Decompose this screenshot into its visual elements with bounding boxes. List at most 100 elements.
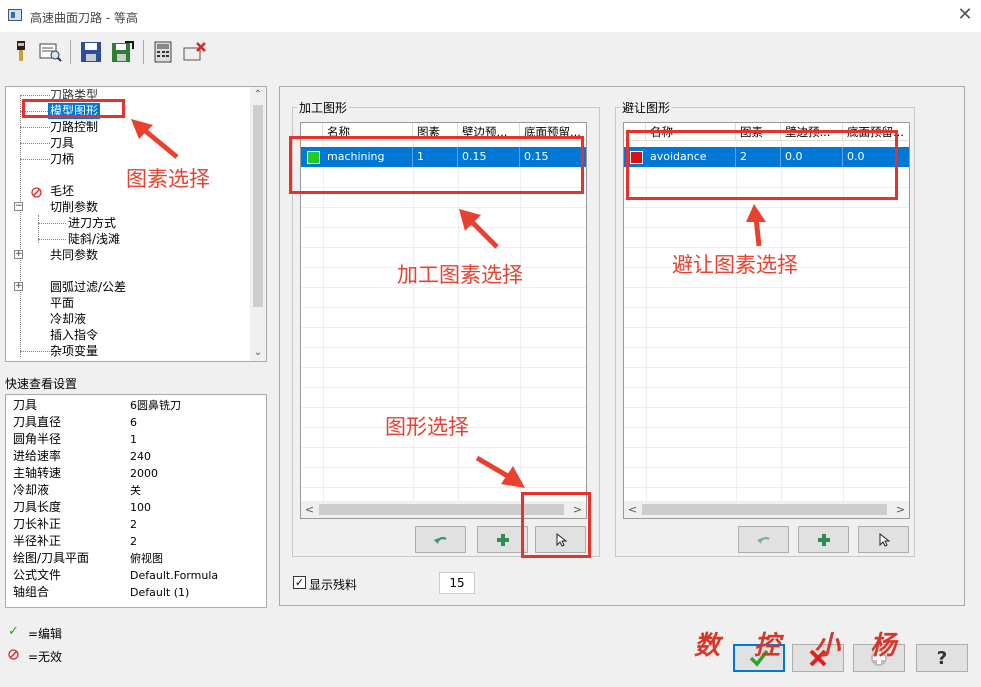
qv-row: 刀具直径 6 xyxy=(6,414,266,431)
cell-floor: 0.15 xyxy=(524,150,549,163)
tree-item-common-params[interactable]: 共同参数 xyxy=(50,247,98,263)
delete-icon[interactable] xyxy=(182,38,208,66)
qv-key: 圆角半径 xyxy=(13,432,62,446)
title-bar: 高速曲面刀路 - 等高 ✕ xyxy=(0,0,981,32)
tree-item-entry[interactable]: 进刀方式 xyxy=(68,215,116,231)
scroll-thumb[interactable] xyxy=(253,105,263,307)
scroll-down-icon[interactable]: ⌄ xyxy=(250,345,266,361)
undo-icon xyxy=(433,536,447,544)
add-button[interactable] xyxy=(477,526,528,553)
cell-floor: 0.0 xyxy=(847,150,865,163)
header-floor-stock[interactable]: 底面预留... xyxy=(843,123,909,141)
tree-item-holder[interactable]: 刀柄 xyxy=(50,151,74,167)
qv-value: 俯视图 xyxy=(130,552,163,565)
header-wall-stock[interactable]: 壁边预... xyxy=(458,123,520,141)
cell-count: 1 xyxy=(413,147,458,167)
header-floor-stock[interactable]: 底面预留... xyxy=(520,123,586,141)
header-count[interactable]: 图素 xyxy=(736,123,781,141)
tree-item-cut-params[interactable]: 切削参数 xyxy=(50,199,98,215)
close-button[interactable]: ✕ xyxy=(953,4,977,28)
save-icon[interactable] xyxy=(78,38,104,66)
undo-icon xyxy=(756,536,770,544)
select-button[interactable] xyxy=(535,526,586,553)
machining-list[interactable]: 名称 图素 壁边预... 底面预留... machining 1 0.15 0.… xyxy=(300,122,587,519)
parameter-tree[interactable]: 刀路类型 模型图形 刀路控制 刀具 刀柄 毛坯 − 切削参数 进刀方式 陡斜/浅… xyxy=(5,86,267,362)
tree-item-coolant[interactable]: 冷却液 xyxy=(50,311,86,327)
tree-item-cut-control[interactable]: 刀路控制 xyxy=(50,119,98,135)
preview-icon[interactable] xyxy=(38,38,64,66)
scroll-thumb[interactable] xyxy=(642,504,887,515)
collapse-icon[interactable]: − xyxy=(14,202,23,211)
scroll-left-icon[interactable]: < xyxy=(301,501,318,518)
tree-item-steep-shallow[interactable]: 陡斜/浅滩 xyxy=(68,231,120,247)
table-row[interactable]: machining 1 0.15 0.15 xyxy=(301,147,586,167)
header-count[interactable]: 图素 xyxy=(413,123,458,141)
qv-key: 进给速率 xyxy=(13,449,62,463)
header-wall-stock[interactable]: 壁边预... xyxy=(781,123,843,141)
qv-value: 240 xyxy=(130,450,151,463)
horizontal-scrollbar[interactable]: < > xyxy=(301,501,586,518)
undo-button[interactable] xyxy=(738,526,789,553)
qv-row: 公式文件 Default.Formula xyxy=(6,567,266,584)
qv-row: 半径补正 2 xyxy=(6,533,266,550)
qv-key: 公式文件 xyxy=(13,568,62,582)
list-header: 名称 图素 壁边预... 底面预留... xyxy=(301,123,586,141)
qv-value: Default.Formula xyxy=(130,569,219,582)
qv-value: 6 xyxy=(130,416,137,429)
scroll-right-icon[interactable]: > xyxy=(569,501,586,518)
remaining-value-input[interactable]: 15 xyxy=(439,572,475,594)
color-swatch xyxy=(307,151,320,164)
qv-row: 刀长补正 2 xyxy=(6,516,266,533)
qv-key: 刀长补正 xyxy=(13,517,62,531)
tree-item-tool[interactable]: 刀具 xyxy=(50,135,74,151)
horizontal-scrollbar[interactable]: < > xyxy=(624,501,909,518)
select-button[interactable] xyxy=(858,526,909,553)
calculator-icon[interactable] xyxy=(150,38,176,66)
save-as-icon[interactable] xyxy=(110,38,136,66)
invalid-icon xyxy=(8,649,19,663)
geometry-panel: 加工图形 名称 图素 壁边预... 底面预留... machining 1 0.… xyxy=(279,86,965,606)
expand-icon[interactable]: + xyxy=(14,250,23,259)
invalid-icon xyxy=(31,187,42,201)
qv-value: 2 xyxy=(130,518,137,531)
signature-char: 杨 xyxy=(870,631,897,661)
avoidance-group-title: 避让图形 xyxy=(620,99,673,116)
tree-item-model-geometry[interactable]: 模型图形 xyxy=(48,103,101,119)
header-name[interactable]: 名称 xyxy=(323,123,413,141)
qv-key: 冷却液 xyxy=(13,483,50,497)
table-row[interactable]: avoidance 2 0.0 0.0 xyxy=(624,147,909,167)
tree-item-planes[interactable]: 平面 xyxy=(50,295,74,311)
add-icon xyxy=(817,533,830,546)
scroll-left-icon[interactable]: < xyxy=(624,501,641,518)
signature-char: 控 xyxy=(754,631,781,661)
scroll-right-icon[interactable]: > xyxy=(892,501,909,518)
header-name[interactable]: 名称 xyxy=(646,123,736,141)
quick-view-label: 快速查看设置 xyxy=(5,377,78,391)
qv-value: 2000 xyxy=(130,467,158,480)
checkbox-checked-icon[interactable]: ✓ xyxy=(293,576,306,589)
qv-value: 100 xyxy=(130,501,151,514)
tree-item-arc-filter[interactable]: 圆弧过滤/公差 xyxy=(50,279,126,295)
undo-button[interactable] xyxy=(415,526,466,553)
add-button[interactable] xyxy=(798,526,849,553)
legend-invalid-label: =无效 xyxy=(28,650,63,664)
header-color xyxy=(301,123,323,141)
tree-item-toolpath-type[interactable]: 刀路类型 xyxy=(50,87,98,103)
qv-value: 1 xyxy=(130,433,137,446)
show-remaining-label: 显示残料 xyxy=(309,578,358,592)
cell-name: avoidance xyxy=(646,147,736,167)
scroll-up-icon[interactable]: ⌃ xyxy=(250,87,266,103)
tree-item-stock[interactable]: 毛坯 xyxy=(50,183,74,199)
tool-icon[interactable] xyxy=(8,38,34,66)
help-button[interactable]: ? xyxy=(916,644,968,672)
tree-scrollbar[interactable]: ⌃ ⌄ xyxy=(250,87,266,361)
add-icon xyxy=(496,533,509,546)
toolbar xyxy=(0,34,981,72)
qv-row: 轴组合 Default (1) xyxy=(6,584,266,601)
scroll-thumb[interactable] xyxy=(319,504,564,515)
tree-item-canned-text[interactable]: 插入指令 xyxy=(50,327,98,343)
expand-icon[interactable]: + xyxy=(14,282,23,291)
avoidance-list[interactable]: 名称 图素 壁边预... 底面预留... avoidance 2 0.0 0.0… xyxy=(623,122,910,519)
tree-item-misc-values[interactable]: 杂项变量 xyxy=(50,343,98,359)
list-header: 名称 图素 壁边预... 底面预留... xyxy=(624,123,909,141)
